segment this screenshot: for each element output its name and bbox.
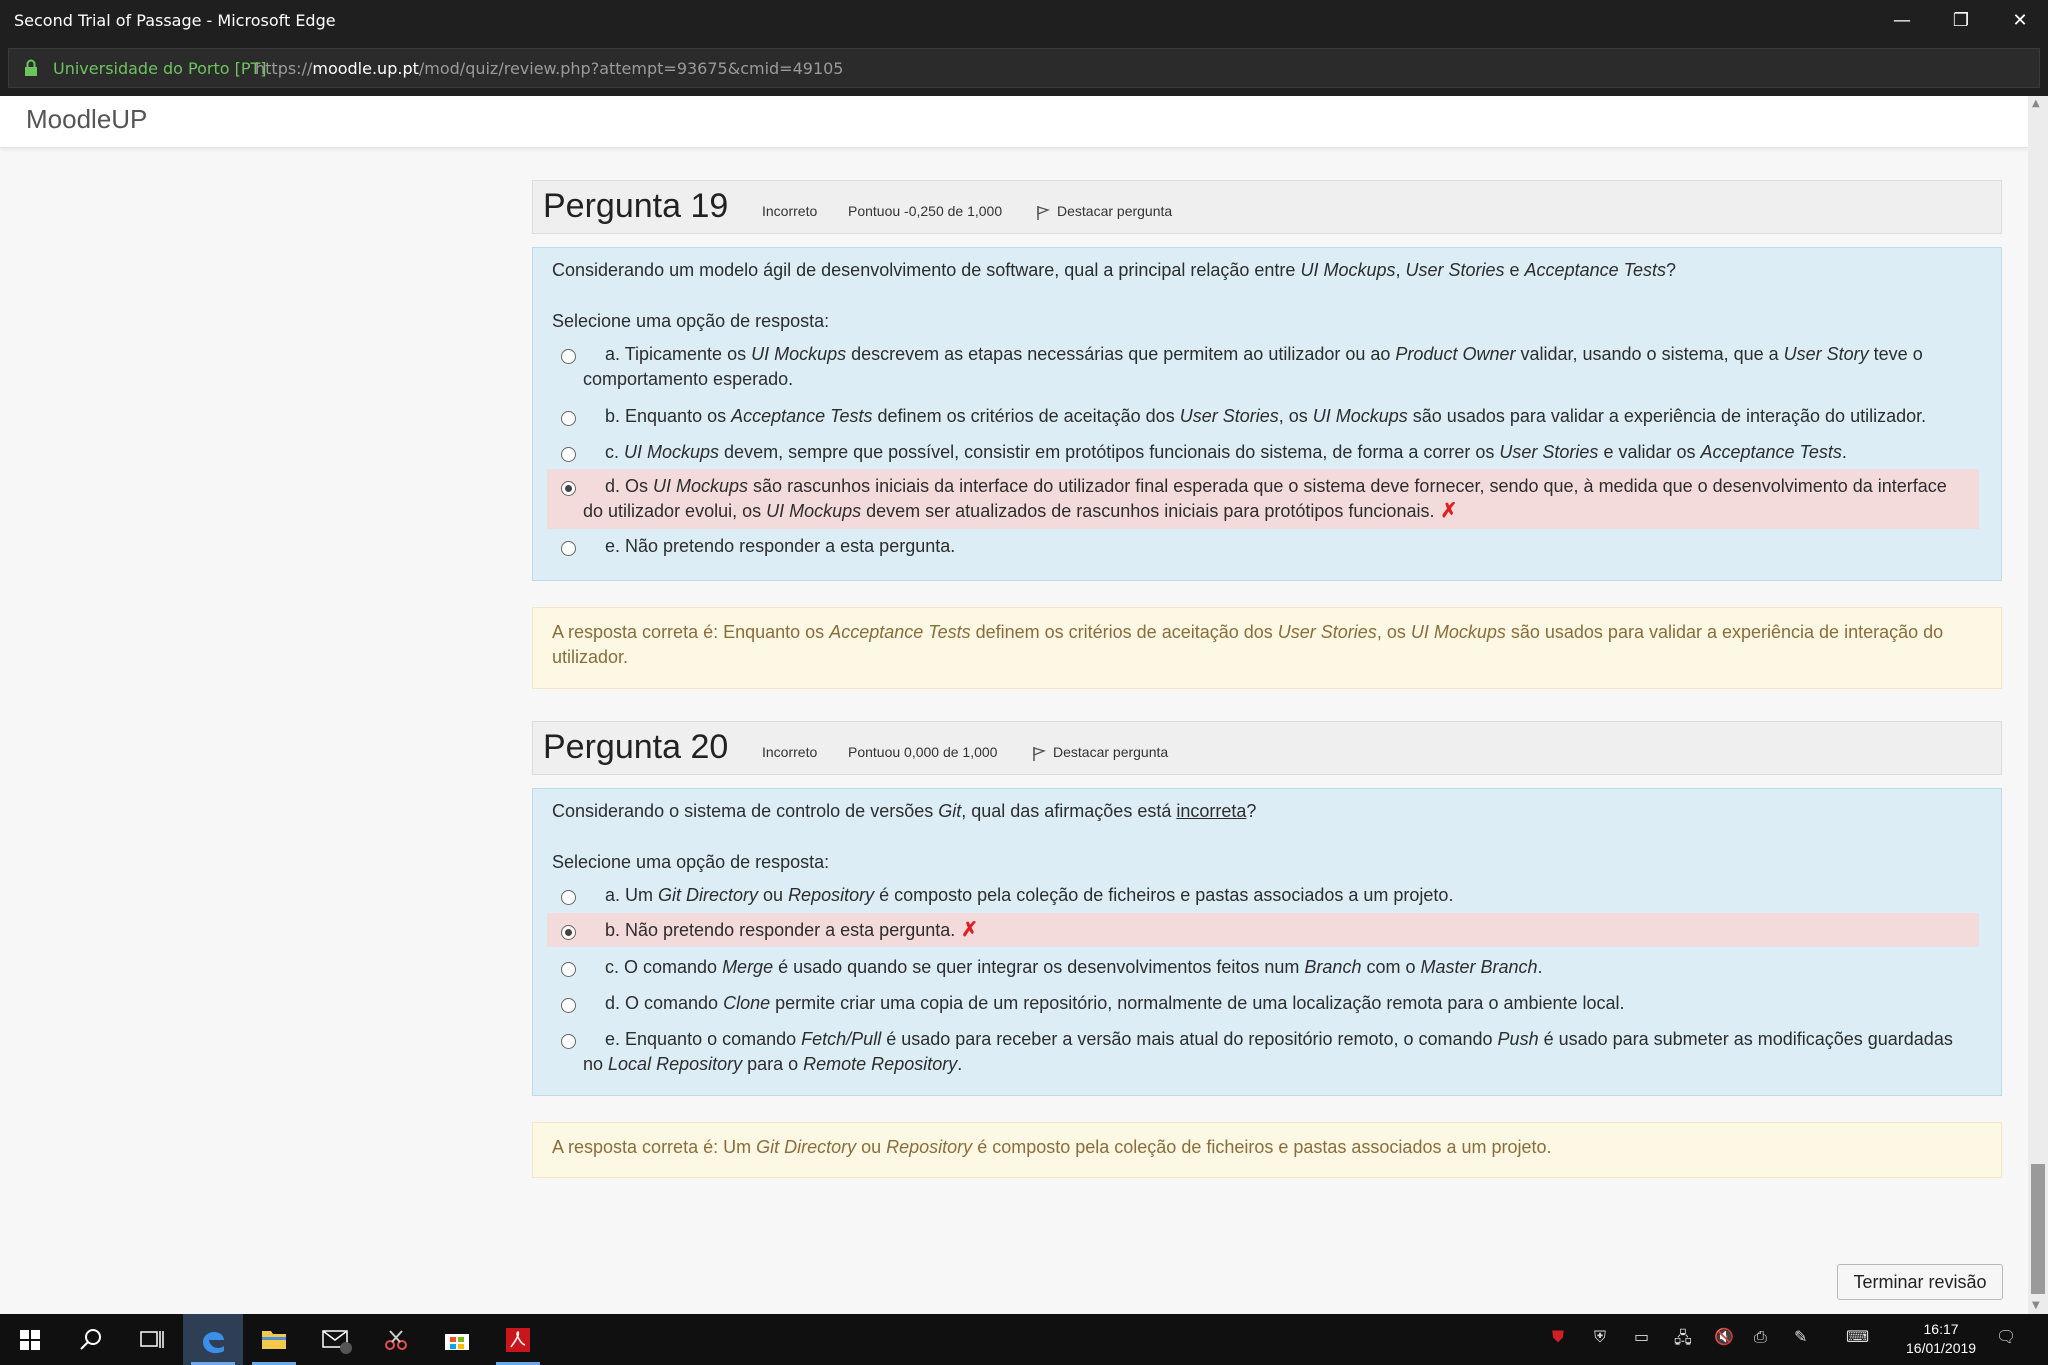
mcafee-icon[interactable]: ⛊	[1552, 1327, 1564, 1347]
windows-taskbar: ⛊ ⛨ ▭ 🖧 🔇 ⎙ ✎ ⌨ 16:17 16/01/2019 🗨	[0, 1314, 2048, 1365]
taskbar-store[interactable]	[427, 1314, 487, 1365]
question-20-body: Considerando o sistema de controlo de ve…	[532, 788, 2002, 1096]
edge-icon	[203, 1331, 224, 1354]
correct-answer-prefix: A resposta correta é:	[552, 1137, 719, 1157]
volume-muted-icon[interactable]: 🔇	[1714, 1327, 1734, 1346]
question-19-grade: Pontuou -0,250 de 1,000	[848, 203, 1003, 219]
restore-button[interactable]: ❐	[1939, 6, 1983, 36]
question-19-text: Considerando um modelo ágil de desenvolv…	[552, 260, 1676, 280]
taskbar-mail[interactable]	[305, 1314, 365, 1365]
mail-icon	[322, 1330, 352, 1354]
question-20-option-c[interactable]: c. O comando Merge é usado quando se que…	[547, 955, 1979, 980]
keyboard-icon[interactable]: ⌨	[1846, 1327, 1869, 1346]
question-20-option-e[interactable]: e. Enquanto o comando Fetch/Pull é usado…	[547, 1027, 1979, 1077]
pdf-icon	[506, 1328, 530, 1352]
question-20-option-d[interactable]: d. O comando Clone permite criar uma cop…	[547, 991, 1979, 1016]
question-20-grade: Pontuou 0,000 de 1,000	[848, 744, 998, 760]
question-19-option-e-label: e. Não pretendo responder a esta pergunt…	[605, 536, 956, 556]
pen-icon[interactable]: ✎	[1794, 1327, 1807, 1346]
question-20-header: Pergunta 20 Incorreto Pontuou 0,000 de 1…	[532, 721, 2002, 775]
system-clock[interactable]: 16:17 16/01/2019	[1906, 1320, 1976, 1358]
question-19-option-d[interactable]: d. Os UI Mockups são rascunhos iniciais …	[547, 469, 1979, 529]
radio-button[interactable]	[561, 998, 576, 1013]
url-path: /mod/quiz/review.php?attempt=93675&cmid=…	[418, 59, 844, 78]
question-20-prompt: Selecione uma opção de resposta:	[552, 852, 830, 872]
scissors-icon	[385, 1330, 407, 1350]
page-scrollbar[interactable]: ▲ ▼	[2028, 96, 2048, 1314]
radio-button[interactable]	[561, 962, 576, 977]
site-brand[interactable]: MoodleUP	[26, 104, 147, 135]
window-title: Second Trial of Passage - Microsoft Edge	[14, 11, 336, 30]
question-20-option-a[interactable]: a. Um Git Directory ou Repository é comp…	[547, 883, 1979, 908]
windows-start-icon[interactable]	[0, 1314, 60, 1365]
folder-icon	[262, 1331, 286, 1349]
taskbar-acrobat[interactable]	[488, 1314, 548, 1365]
clock-time: 16:17	[1923, 1321, 1959, 1337]
question-20-flag-link[interactable]: Destacar pergunta	[1053, 744, 1168, 760]
site-header: MoodleUP	[0, 96, 2028, 148]
correct-answer-prefix: A resposta correta é:	[552, 622, 719, 642]
taskbar-snipping-tool[interactable]	[366, 1314, 426, 1365]
radio-button[interactable]	[561, 1034, 576, 1049]
store-icon	[445, 1334, 469, 1350]
window-title-bar: Second Trial of Passage - Microsoft Edge…	[0, 0, 2048, 42]
incorrect-mark-icon: ✗	[1440, 500, 1458, 522]
scroll-up-icon[interactable]: ▲	[2032, 98, 2040, 109]
question-19-flag-link[interactable]: Destacar pergunta	[1057, 203, 1172, 219]
question-19-option-a[interactable]: a. Tipicamente os UI Mockups descrevem a…	[547, 342, 1979, 392]
radio-button[interactable]	[561, 447, 576, 462]
site-identity[interactable]: Universidade do Porto [PT]	[53, 59, 267, 78]
question-19-option-e[interactable]: e. Não pretendo responder a esta pergunt…	[547, 534, 1979, 559]
flag-icon[interactable]	[1032, 746, 1046, 762]
battery-icon[interactable]: ▭	[1634, 1327, 1649, 1346]
address-bar: Universidade do Porto [PT] https://moodl…	[0, 42, 2048, 96]
projection-icon[interactable]: ⎙	[1754, 1327, 1767, 1347]
radio-button[interactable]	[561, 411, 576, 426]
question-20-option-b-label: b. Não pretendo responder a esta pergunt…	[605, 920, 956, 940]
scroll-down-icon[interactable]: ▼	[2032, 1300, 2040, 1311]
question-19-option-b[interactable]: b. Enquanto os Acceptance Tests definem …	[547, 404, 1979, 429]
url-field[interactable]: Universidade do Porto [PT] https://moodl…	[8, 48, 2040, 88]
defender-icon[interactable]: ⛨	[1594, 1327, 1606, 1347]
question-20-option-b[interactable]: b. Não pretendo responder a esta pergunt…	[547, 913, 1979, 947]
network-icon[interactable]: 🖧	[1674, 1327, 1692, 1354]
close-button[interactable]: ✕	[1998, 6, 2042, 36]
question-20-correct-answer: A resposta correta é: Um Git Directory o…	[532, 1122, 2002, 1178]
flag-icon[interactable]	[1036, 205, 1050, 221]
question-19-correct-answer: A resposta correta é: Enquanto os Accept…	[532, 607, 2002, 689]
question-19-body: Considerando um modelo ágil de desenvolv…	[532, 247, 2002, 581]
clock-date: 16/01/2019	[1906, 1340, 1977, 1356]
minimize-button[interactable]: —	[1880, 6, 1924, 36]
question-19-header: Pergunta 19 Incorreto Pontuou -0,250 de …	[532, 180, 2002, 234]
question-19-prompt: Selecione uma opção de resposta:	[552, 311, 830, 331]
question-19-option-c[interactable]: c. UI Mockups devem, sempre que possível…	[547, 440, 1979, 465]
scroll-thumb[interactable]	[2031, 1164, 2045, 1294]
question-20-text: Considerando o sistema de controlo de ve…	[552, 801, 1257, 821]
url-prefix: https://	[255, 59, 313, 78]
question-20-state: Incorreto	[762, 744, 818, 760]
notifications-icon[interactable]: 🗨	[1996, 1327, 2016, 1346]
taskbar-file-explorer[interactable]	[244, 1314, 304, 1365]
radio-button[interactable]	[561, 541, 576, 556]
search-icon[interactable]	[61, 1314, 121, 1365]
radio-button-checked[interactable]	[561, 481, 576, 496]
question-19-state: Incorreto	[762, 203, 818, 219]
url-host: moodle.up.pt	[312, 59, 419, 78]
question-20-title: Pergunta 20	[543, 728, 729, 766]
radio-button[interactable]	[561, 890, 576, 905]
lock-icon	[25, 59, 37, 76]
radio-button-checked[interactable]	[561, 925, 576, 940]
task-view-icon[interactable]	[122, 1314, 182, 1365]
finish-review-button[interactable]: Terminar revisão	[1837, 1264, 2003, 1300]
url-text[interactable]: https://moodle.up.pt/mod/quiz/review.php…	[255, 59, 843, 78]
taskbar-edge[interactable]	[183, 1314, 243, 1365]
question-19-title: Pergunta 19	[543, 187, 729, 225]
incorrect-mark-icon: ✗	[961, 919, 979, 941]
radio-button[interactable]	[561, 349, 576, 364]
